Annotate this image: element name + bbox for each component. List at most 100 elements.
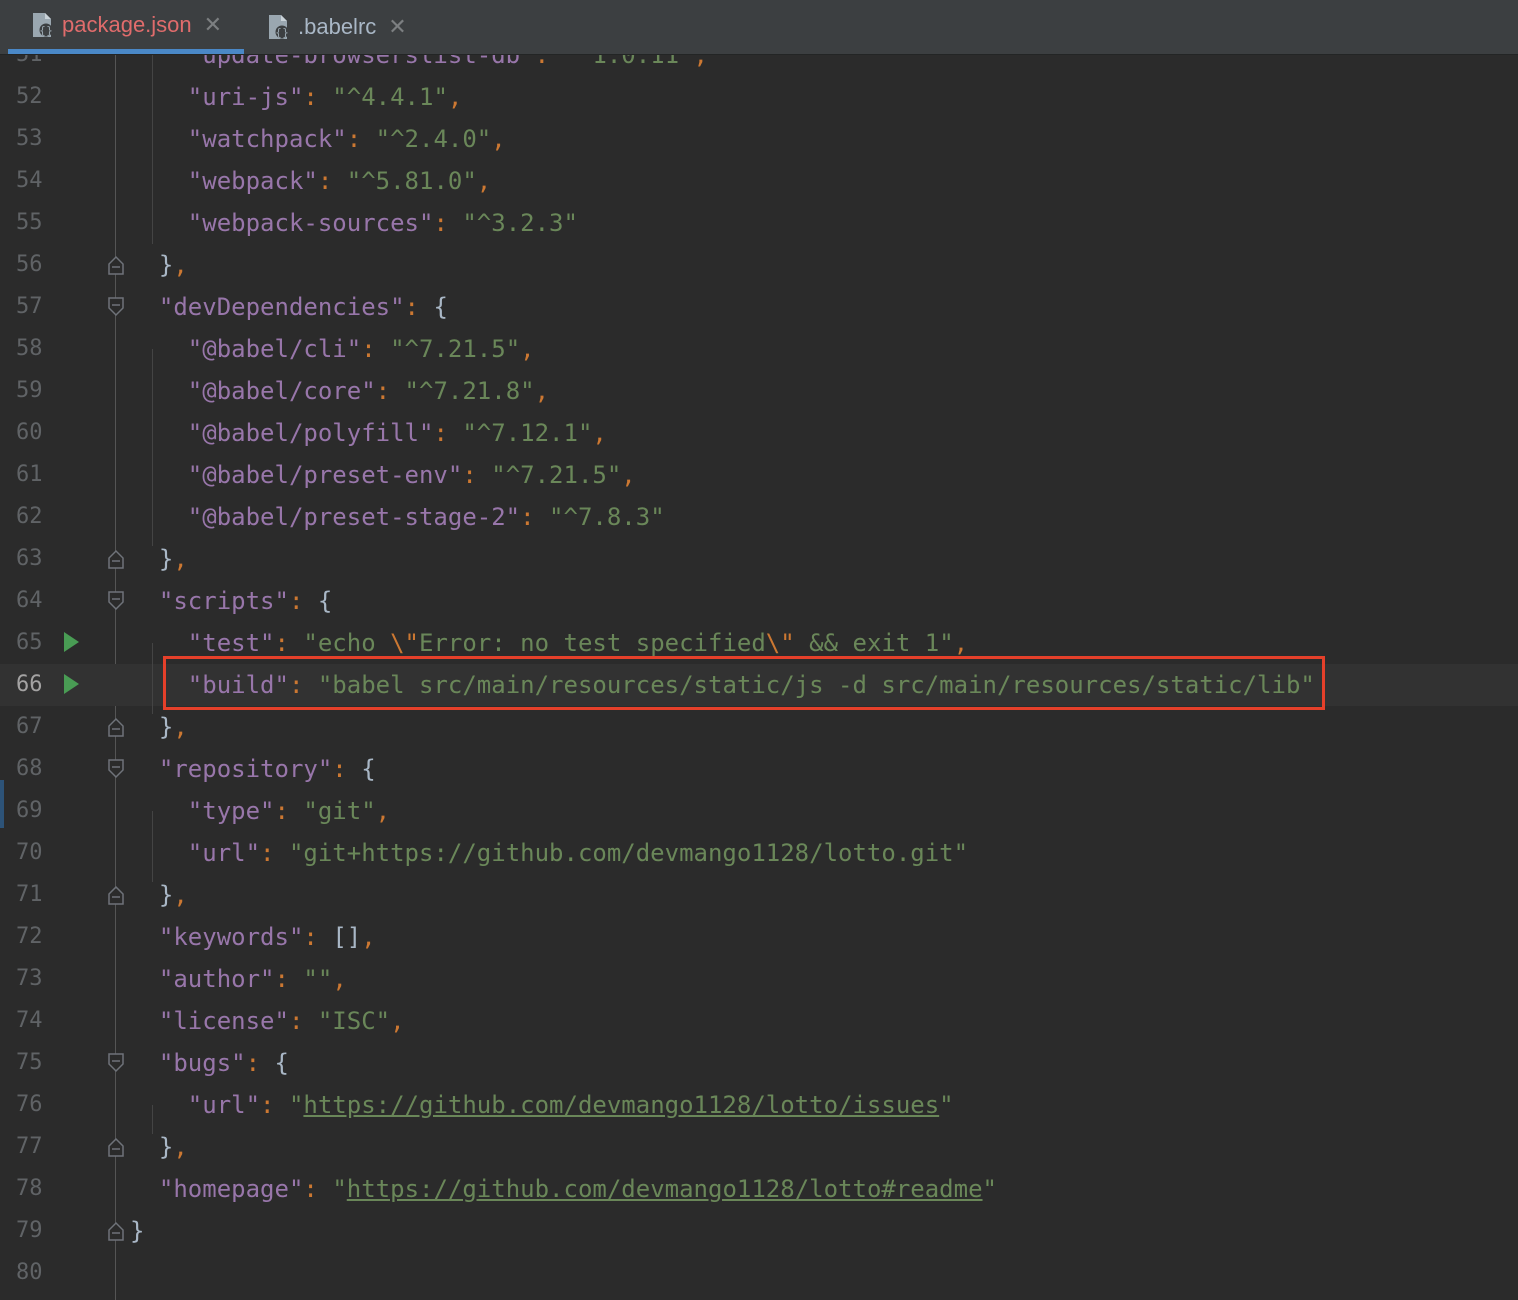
code-text: "homepage": "https://github.com/devmango… xyxy=(158,1175,997,1203)
code-line[interactable]: 54 "webpack": "^5.81.0", xyxy=(0,160,1518,202)
line-number: 74 xyxy=(16,1008,43,1033)
line-number: 65 xyxy=(16,630,43,655)
line-number: 59 xyxy=(16,378,43,403)
code-line[interactable]: 56 }, xyxy=(0,244,1518,286)
code-line[interactable]: 52 "uri-js": "^4.4.1", xyxy=(0,76,1518,118)
code-line[interactable]: 57 "devDependencies": { xyxy=(0,286,1518,328)
line-number: 70 xyxy=(16,840,43,865)
code-text: "repository": { xyxy=(158,755,376,783)
code-line[interactable]: 68 "repository": { xyxy=(0,748,1518,790)
fold-collapse-icon[interactable] xyxy=(107,1053,125,1077)
line-number: 52 xyxy=(16,84,43,109)
code-line[interactable]: 72 "keywords": [], xyxy=(0,916,1518,958)
code-line[interactable]: 61 "@babel/preset-env": "^7.21.5", xyxy=(0,454,1518,496)
line-number: 58 xyxy=(16,336,43,361)
code-line[interactable]: 60 "@babel/polyfill": "^7.12.1", xyxy=(0,412,1518,454)
fold-collapse-icon[interactable] xyxy=(107,591,125,615)
code-line[interactable]: 63 }, xyxy=(0,538,1518,580)
tab-babelrc[interactable]: {} .babelrc ✕ xyxy=(244,0,434,54)
code-text: "@babel/core": "^7.21.8", xyxy=(187,377,550,405)
line-number: 77 xyxy=(16,1134,43,1159)
code-text: "@babel/cli": "^7.21.5", xyxy=(187,335,535,363)
code-text: "@babel/preset-env": "^7.21.5", xyxy=(187,461,636,489)
fold-end-icon[interactable] xyxy=(107,717,125,741)
code-line[interactable]: 78 "homepage": "https://github.com/devma… xyxy=(0,1168,1518,1210)
line-number: 68 xyxy=(16,756,43,781)
code-text: "license": "ISC", xyxy=(158,1007,405,1035)
code-line[interactable]: 79} xyxy=(0,1210,1518,1252)
line-number: 80 xyxy=(16,1260,43,1285)
code-line[interactable]: 67 }, xyxy=(0,706,1518,748)
fold-end-icon[interactable] xyxy=(107,885,125,909)
code-text: "webpack-sources": "^3.2.3" xyxy=(187,209,578,237)
close-icon[interactable]: ✕ xyxy=(388,16,406,38)
code-text: } xyxy=(130,1217,145,1245)
tab-label: package.json xyxy=(62,11,192,37)
indent-guide xyxy=(152,811,153,882)
code-text: "watchpack": "^2.4.0", xyxy=(187,125,506,153)
code-line[interactable]: 64 "scripts": { xyxy=(0,580,1518,622)
code-text: "url": "git+https://github.com/devmango1… xyxy=(187,839,969,867)
code-line[interactable]: 76 "url": "https://github.com/devmango11… xyxy=(0,1084,1518,1126)
line-number: 66 xyxy=(16,672,43,697)
close-icon[interactable]: ✕ xyxy=(204,13,222,36)
line-number: 53 xyxy=(16,126,43,151)
code-line[interactable]: 70 "url": "git+https://github.com/devman… xyxy=(0,832,1518,874)
svg-text:{}: {} xyxy=(275,26,289,39)
line-number: 69 xyxy=(16,798,43,823)
line-number: 67 xyxy=(16,714,43,739)
editor-tab-bar: {} package.json ✕ {} .babelrc ✕ xyxy=(0,0,1518,55)
line-number: 64 xyxy=(16,588,43,613)
code-text: "devDependencies": { xyxy=(158,293,448,321)
indent-guide xyxy=(152,643,153,714)
code-text: "update-browserslist-db": "^1.0.11", xyxy=(187,55,708,69)
svg-text:{}: {} xyxy=(39,24,53,37)
code-text: "bugs": { xyxy=(158,1049,289,1077)
tab-label: .babelrc xyxy=(298,14,377,39)
run-script-icon[interactable] xyxy=(64,632,79,652)
line-number: 54 xyxy=(16,168,43,193)
indent-guide xyxy=(152,1105,153,1134)
code-line[interactable]: 74 "license": "ISC", xyxy=(0,1000,1518,1042)
code-line[interactable]: 77 }, xyxy=(0,1126,1518,1168)
code-line[interactable]: 73 "author": "", xyxy=(0,958,1518,1000)
line-number: 78 xyxy=(16,1176,43,1201)
code-text: "@babel/preset-stage-2": "^7.8.3" xyxy=(187,503,665,531)
line-number: 75 xyxy=(16,1050,43,1075)
code-text: }, xyxy=(158,713,188,741)
code-text: }, xyxy=(158,545,188,573)
code-text: "webpack": "^5.81.0", xyxy=(187,167,492,195)
line-number: 61 xyxy=(16,462,43,487)
code-line[interactable]: 71 }, xyxy=(0,874,1518,916)
fold-collapse-icon[interactable] xyxy=(107,297,125,321)
fold-end-icon[interactable] xyxy=(107,255,125,279)
code-line[interactable]: 53 "watchpack": "^2.4.0", xyxy=(0,118,1518,160)
line-number: 57 xyxy=(16,294,43,319)
code-text: "author": "", xyxy=(158,965,347,993)
code-line[interactable]: 69 "type": "git", xyxy=(0,790,1518,832)
line-number: 60 xyxy=(16,420,43,445)
code-line[interactable]: 59 "@babel/core": "^7.21.8", xyxy=(0,370,1518,412)
fold-end-icon[interactable] xyxy=(107,1221,125,1245)
code-text: "@babel/polyfill": "^7.12.1", xyxy=(187,419,607,447)
fold-end-icon[interactable] xyxy=(107,549,125,573)
code-line[interactable]: 62 "@babel/preset-stage-2": "^7.8.3" xyxy=(0,496,1518,538)
code-text: "type": "git", xyxy=(187,797,391,825)
indent-guide xyxy=(152,349,153,546)
code-editor[interactable]: 51 "update-browserslist-db": "^1.0.11",5… xyxy=(0,55,1518,1300)
line-number: 79 xyxy=(16,1218,43,1243)
code-line[interactable]: 80 xyxy=(0,1252,1518,1294)
line-number: 56 xyxy=(16,252,43,277)
code-text: "keywords": [], xyxy=(158,923,376,951)
code-line[interactable]: 51 "update-browserslist-db": "^1.0.11", xyxy=(0,55,1518,76)
code-text: "uri-js": "^4.4.1", xyxy=(187,83,463,111)
fold-end-icon[interactable] xyxy=(107,1137,125,1161)
code-line[interactable]: 75 "bugs": { xyxy=(0,1042,1518,1084)
fold-collapse-icon[interactable] xyxy=(107,759,125,783)
code-line[interactable]: 58 "@babel/cli": "^7.21.5", xyxy=(0,328,1518,370)
code-line[interactable]: 55 "webpack-sources": "^3.2.3" xyxy=(0,202,1518,244)
run-script-icon[interactable] xyxy=(64,674,79,694)
code-text: "url": "https://github.com/devmango1128/… xyxy=(187,1091,954,1119)
json-file-icon: {} xyxy=(28,11,56,39)
tab-package-json[interactable]: {} package.json ✕ xyxy=(8,0,244,54)
